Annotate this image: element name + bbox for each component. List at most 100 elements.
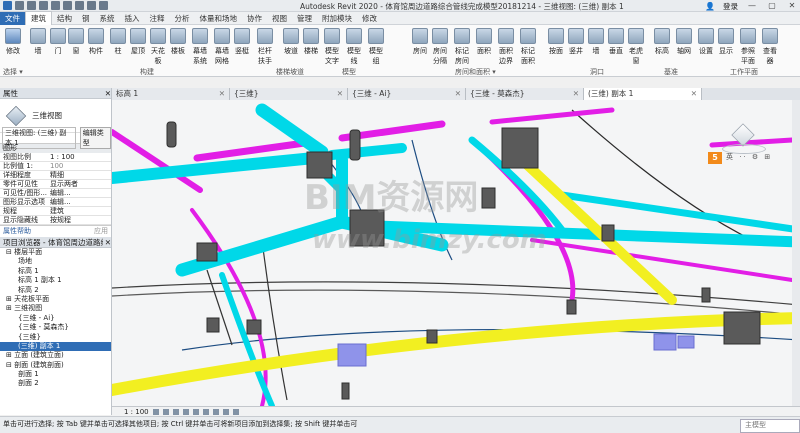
ribbon-tool[interactable]: 墙 [28,28,48,56]
ribbon-tool[interactable]: 楼梯 [301,28,321,56]
view-tab[interactable]: 标高 1 ✕ [112,88,230,100]
undo-icon[interactable] [39,1,48,10]
property-row[interactable]: 图形显示选项 编辑... [0,198,111,207]
ribbon-tool[interactable]: 屋顶 [128,28,148,56]
browser-node[interactable]: 剖面 2 [0,379,111,388]
ribbon-tool[interactable]: 按面 [546,28,566,56]
navigation-badge[interactable]: 5 [708,152,722,164]
ribbon-tab[interactable]: 系统 [95,12,120,25]
ribbon-tab[interactable]: 管理 [292,12,317,25]
property-row[interactable]: 规程 建筑 [0,207,111,216]
revit-logo-icon[interactable] [3,1,12,10]
ribbon-tool[interactable]: 查看器 [760,28,780,66]
ribbon-tool[interactable]: 柱 [108,28,128,56]
redo-icon[interactable] [51,1,60,10]
ribbon-tab[interactable]: 附加模块 [317,12,357,25]
ribbon-tab[interactable]: 协作 [242,12,267,25]
browser-node[interactable]: (三维) 副本 1 [0,341,111,352]
ribbon-tab[interactable]: 结构 [52,12,77,25]
view-tab[interactable]: {三维 - 莫森杰} ✕ [466,88,584,100]
property-value[interactable]: 编辑... [48,198,111,206]
property-row[interactable]: 详细程度 精细 [0,171,111,180]
user-icon[interactable]: 👤 [705,2,715,11]
ribbon-tab[interactable]: 钢 [77,12,95,25]
browser-node[interactable]: ⊞ 立面 (建筑立面) [0,351,111,360]
ribbon-tool[interactable]: 标记房间 [452,28,472,66]
close-icon[interactable]: ✕ [105,88,111,98]
ribbon-tab[interactable]: 文件 [0,11,25,25]
ribbon-tab[interactable]: 修改 [357,12,382,25]
ribbon-tool[interactable]: 窗 [66,28,86,56]
ribbon-tool[interactable]: 轴网 [674,28,694,56]
ribbon-tool[interactable]: 栏杆扶手 [255,28,275,66]
browser-node[interactable]: ⊟ 楼层平面 [0,248,111,257]
ribbon-tool[interactable]: 垂直 [606,28,626,56]
ribbon-group-label[interactable]: 构建 [140,67,154,77]
ribbon-tool[interactable]: 竖梃 [232,28,252,56]
ribbon-group-label[interactable]: 洞口 [590,67,604,77]
ribbon-group-label[interactable]: 模型 [342,67,356,77]
ribbon-tool[interactable]: 房间 [410,28,430,56]
property-row[interactable]: 零件可见性 显示两者 [0,180,111,189]
ribbon-tool[interactable]: 天花板 [148,28,168,66]
ribbon-tool[interactable]: 幕墙网格 [212,28,232,66]
property-row[interactable]: 显示隐藏线 按规程 [0,216,111,225]
browser-node[interactable]: {三维} [0,333,111,342]
ribbon-tool[interactable]: 构件 [86,28,106,56]
crop-icon[interactable] [202,408,209,415]
ribbon-tool[interactable]: 竖井 [566,28,586,56]
property-value[interactable]: 建筑 [48,207,111,215]
ribbon-group-label[interactable]: 基准 [664,67,678,77]
section-icon[interactable] [99,1,108,10]
browser-node[interactable]: 标高 1 副本 1 [0,276,111,285]
property-value[interactable]: 显示两者 [48,180,111,188]
close-button[interactable]: ✕ [786,1,798,11]
ribbon-tool[interactable]: 标记面积 [518,28,538,66]
close-icon[interactable]: ✕ [105,237,111,247]
browser-node[interactable]: 标高 1 [0,267,111,276]
ribbon-tool[interactable]: 坡道 [281,28,301,56]
maximize-button[interactable]: ▢ [766,1,778,11]
browser-node[interactable]: ⊟ 剖面 (建筑剖面) [0,361,111,370]
viewcube-icon[interactable] [722,122,766,156]
sign-in-label[interactable]: 登录 [723,1,738,12]
ribbon-tool[interactable]: 显示 [716,28,736,56]
browser-node[interactable]: ⊞ 三维视图 [0,304,111,313]
ribbon-group-label[interactable]: 房间和面积 ▾ [455,67,496,77]
ribbon-tool[interactable]: 房间分隔 [430,28,450,66]
property-row[interactable]: 可见性/图形... 编辑... [0,189,111,198]
close-icon[interactable]: ✕ [573,88,579,100]
browser-node[interactable]: ⊞ 天花板平面 [0,295,111,304]
close-icon[interactable]: ✕ [455,88,461,100]
browser-node[interactable]: 场地 [0,257,111,266]
edit-type-button[interactable]: 编辑类型 [79,127,111,149]
temp-hide-icon[interactable] [222,408,229,415]
browser-node[interactable]: 剖面 1 [0,370,111,379]
property-value[interactable]: 100 [48,162,111,170]
ribbon-tool[interactable]: 模型组 [366,28,386,66]
browser-node[interactable]: {三维 - 莫森杰} [0,323,111,332]
lock-view-icon[interactable] [212,408,219,415]
ribbon-tab[interactable]: 视图 [267,12,292,25]
ribbon-tool[interactable]: 修改 [3,28,23,56]
view-tab[interactable]: {三维} ✕ [230,88,348,100]
ribbon-tool[interactable]: 老虎窗 [626,28,646,66]
close-icon[interactable]: ✕ [337,88,343,100]
shadows-icon[interactable] [182,408,189,415]
property-value[interactable]: 按规程 [48,216,111,224]
print-icon[interactable] [63,1,72,10]
scrollbar-right[interactable] [792,100,800,406]
ribbon-tool[interactable]: 设置 [696,28,716,56]
ribbon-group-label[interactable]: 选择 ▾ [3,67,23,77]
ribbon-tool[interactable]: 模型线 [344,28,364,66]
close-icon[interactable]: ✕ [219,88,225,100]
ribbon-tool[interactable]: 墙 [586,28,606,56]
property-row[interactable]: 视图比例 1 : 100 [0,153,111,162]
ribbon-tool[interactable]: 门 [48,28,68,56]
close-icon[interactable]: ✕ [691,88,697,100]
property-value[interactable]: 1 : 100 [48,153,111,161]
ribbon-tool[interactable]: 楼板 [168,28,188,56]
browser-node[interactable]: {三维 - Ai} [0,314,111,323]
detail-level-icon[interactable] [152,408,159,415]
open-icon[interactable] [15,1,24,10]
